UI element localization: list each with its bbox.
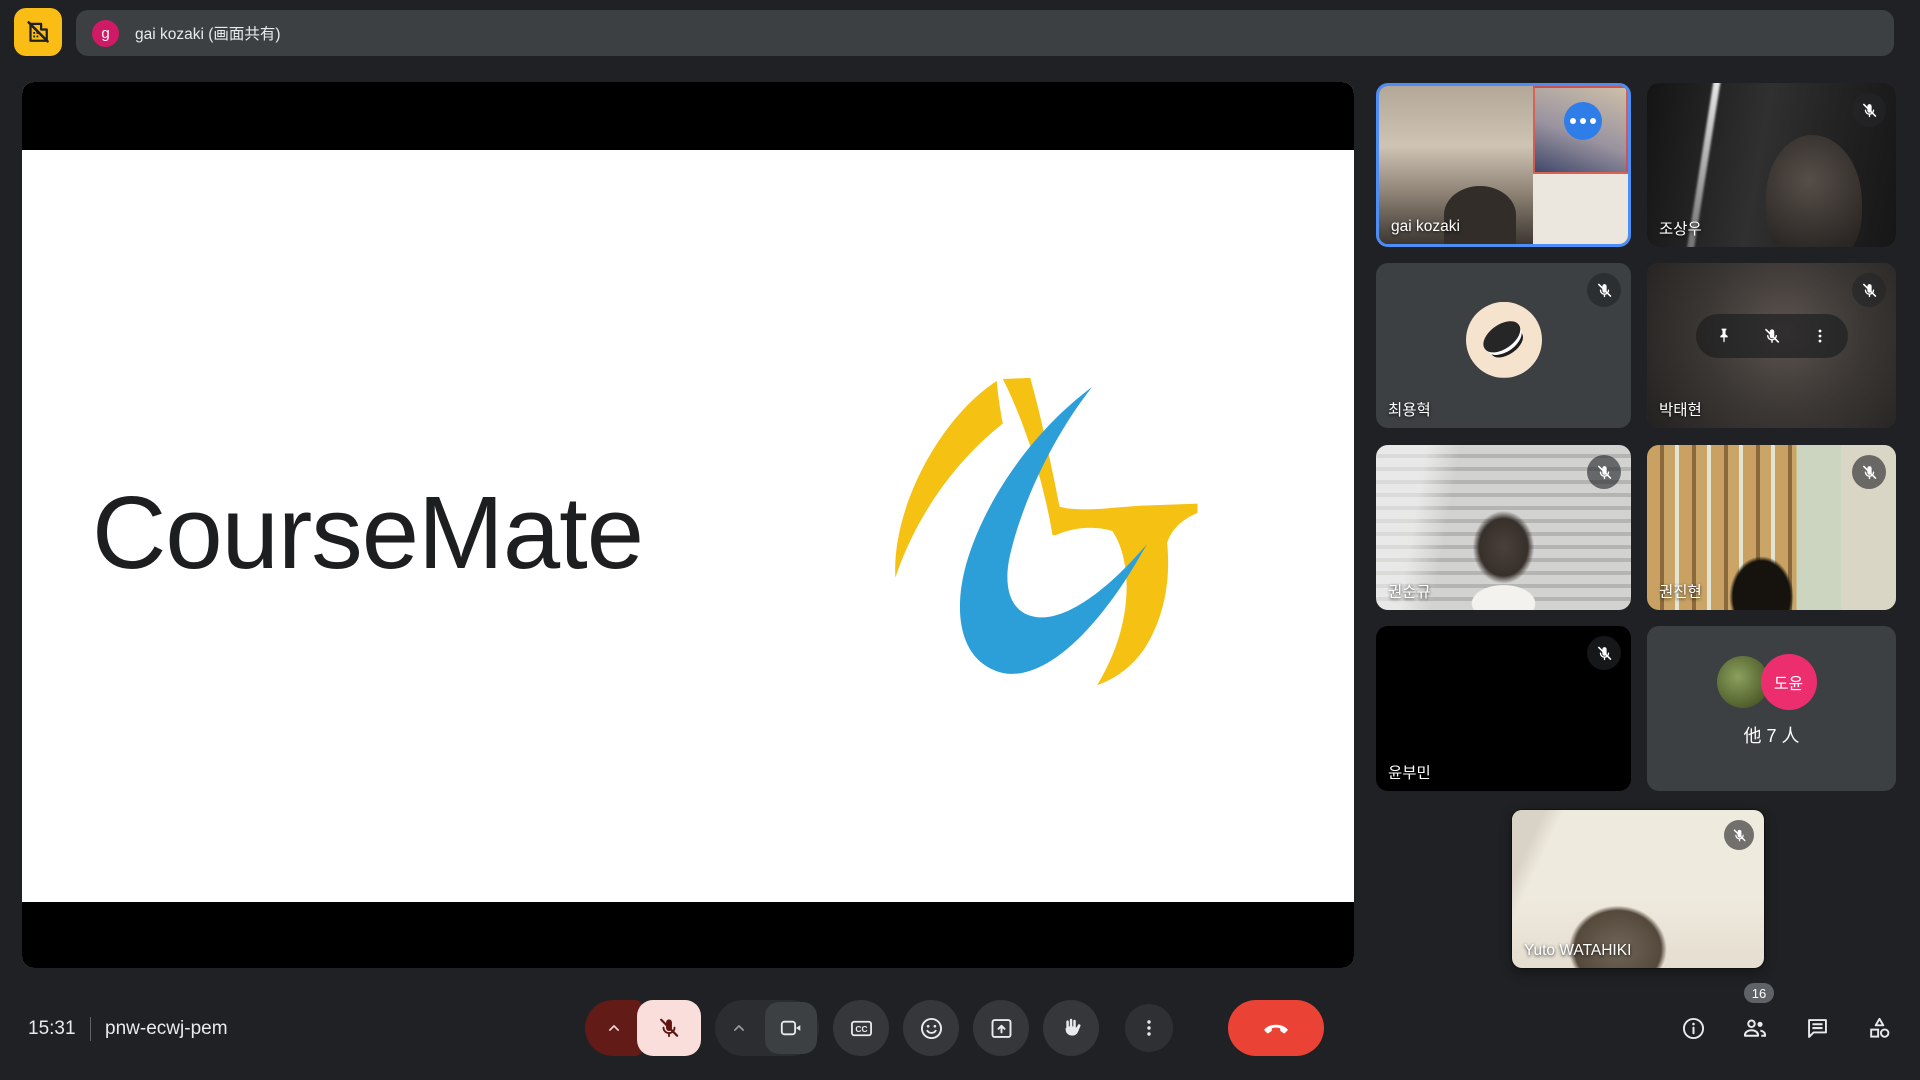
participant-name: 권진현 xyxy=(1659,580,1702,602)
mic-off-icon xyxy=(1860,281,1879,300)
participant-name: 조상우 xyxy=(1659,217,1702,239)
people-panel-button[interactable] xyxy=(1740,1012,1770,1044)
divider xyxy=(90,1017,92,1041)
tile-gai-kozaki[interactable]: gai kozaki xyxy=(1376,83,1631,247)
more-vert-icon xyxy=(1137,1016,1161,1040)
participant-name: 박태현 xyxy=(1659,398,1702,420)
call-end-icon xyxy=(1262,1014,1290,1042)
hand-icon xyxy=(1058,1015,1085,1042)
slide-letterbox-bottom xyxy=(22,902,1354,968)
camera-options-button[interactable] xyxy=(715,1000,763,1056)
clock: 15:31 xyxy=(28,1018,76,1040)
leave-call-button[interactable] xyxy=(1228,1000,1324,1056)
mic-off-indicator xyxy=(1852,273,1886,307)
captions-label: CC xyxy=(855,1023,867,1033)
chevron-up-icon xyxy=(729,1018,749,1038)
tile-menu-button[interactable] xyxy=(1564,102,1602,140)
present-screen-button[interactable] xyxy=(973,1000,1029,1056)
presenter-avatar: g xyxy=(92,20,119,47)
tile-yunbumin[interactable]: 윤부민 xyxy=(1376,626,1631,791)
mic-off-indicator xyxy=(1587,636,1621,670)
raise-hand-button[interactable] xyxy=(1043,1000,1099,1056)
captions-icon: CC xyxy=(848,1015,875,1042)
chat-icon xyxy=(1804,1015,1831,1042)
tile-hover-controls[interactable] xyxy=(1696,314,1848,358)
activities-icon xyxy=(1866,1015,1893,1042)
presenter-bar[interactable]: g gai kozaki (画面共有) xyxy=(76,10,1894,56)
presentation-hidden-button[interactable] xyxy=(14,8,62,56)
tile-choiyonghyeok[interactable]: 최용혁 xyxy=(1376,263,1631,428)
avatar xyxy=(1466,301,1542,377)
participant-name: Yuto WATAHIKI xyxy=(1524,942,1631,960)
tile-josangwoo[interactable]: 조상우 xyxy=(1647,83,1896,247)
chat-panel-button[interactable] xyxy=(1802,1012,1832,1044)
participant-name: gai kozaki xyxy=(1391,218,1460,236)
mic-off-icon xyxy=(656,1015,682,1041)
video-sub-desk xyxy=(1533,174,1628,244)
presenter-name: gai kozaki (画面共有) xyxy=(135,22,281,44)
camera-toggle-button[interactable] xyxy=(765,1002,817,1054)
tile-kwonjinhyeon[interactable]: 권진현 xyxy=(1647,445,1896,610)
meeting-info: 15:31 pnw-ecwj-pem xyxy=(28,1014,228,1044)
participant-name: 최용혁 xyxy=(1388,398,1431,420)
mic-off-icon xyxy=(1595,644,1614,663)
more-options-icon[interactable] xyxy=(1810,326,1830,346)
mic-off-icon xyxy=(1860,101,1879,120)
mic-off-icon xyxy=(1595,463,1614,482)
meeting-details-button[interactable] xyxy=(1678,1012,1708,1044)
meeting-code: pnw-ecwj-pem xyxy=(105,1018,227,1040)
participant-name: 윤부민 xyxy=(1388,761,1431,783)
mic-off-icon[interactable] xyxy=(1762,326,1782,346)
tile-yuto-watahiki[interactable]: Yuto WATAHIKI xyxy=(1512,810,1764,968)
info-icon xyxy=(1680,1015,1707,1042)
avatar-doyun: 도윤 xyxy=(1761,654,1817,710)
slide-letterbox-top xyxy=(22,82,1354,150)
chevron-up-icon xyxy=(604,1018,624,1038)
present-icon xyxy=(988,1015,1015,1042)
shared-screen[interactable]: CourseMate xyxy=(22,82,1354,968)
smiley-icon xyxy=(918,1015,945,1042)
tile-parktaehyeon[interactable]: 박태현 xyxy=(1647,263,1896,428)
mic-options-button[interactable] xyxy=(585,1000,643,1056)
coursemate-logo xyxy=(867,358,1232,700)
mic-off-icon xyxy=(1731,827,1748,844)
captions-button[interactable]: CC xyxy=(833,1000,889,1056)
meeting-panels xyxy=(1678,1012,1894,1044)
overflow-avatars: 도윤 xyxy=(1717,654,1827,710)
tile-overflow-others[interactable]: 도윤 他 7 人 xyxy=(1647,626,1896,791)
people-icon xyxy=(1741,1014,1769,1042)
video-person xyxy=(1766,135,1862,247)
tile-kwonsungyu[interactable]: 권순규 xyxy=(1376,445,1631,610)
mic-off-icon xyxy=(1860,463,1879,482)
mic-mute-button[interactable] xyxy=(637,1000,701,1056)
mic-off-indicator xyxy=(1852,455,1886,489)
reactions-button[interactable] xyxy=(903,1000,959,1056)
mic-off-indicator xyxy=(1587,273,1621,307)
mic-off-indicator xyxy=(1724,820,1754,850)
pin-icon[interactable] xyxy=(1714,326,1734,346)
camera-control-group xyxy=(715,1000,819,1056)
mic-off-icon xyxy=(1595,281,1614,300)
activities-button[interactable] xyxy=(1864,1012,1894,1044)
camera-icon xyxy=(778,1015,804,1041)
mic-off-indicator xyxy=(1852,93,1886,127)
presentation-off-icon xyxy=(23,17,53,47)
more-options-button[interactable] xyxy=(1125,1004,1173,1052)
participant-name: 권순규 xyxy=(1388,580,1431,602)
slide-title: CourseMate xyxy=(92,474,643,592)
mic-control-group xyxy=(585,1000,701,1056)
overflow-count-label: 他 7 人 xyxy=(1647,722,1896,748)
participant-count-badge: 16 xyxy=(1744,983,1774,1003)
mic-off-indicator xyxy=(1587,455,1621,489)
